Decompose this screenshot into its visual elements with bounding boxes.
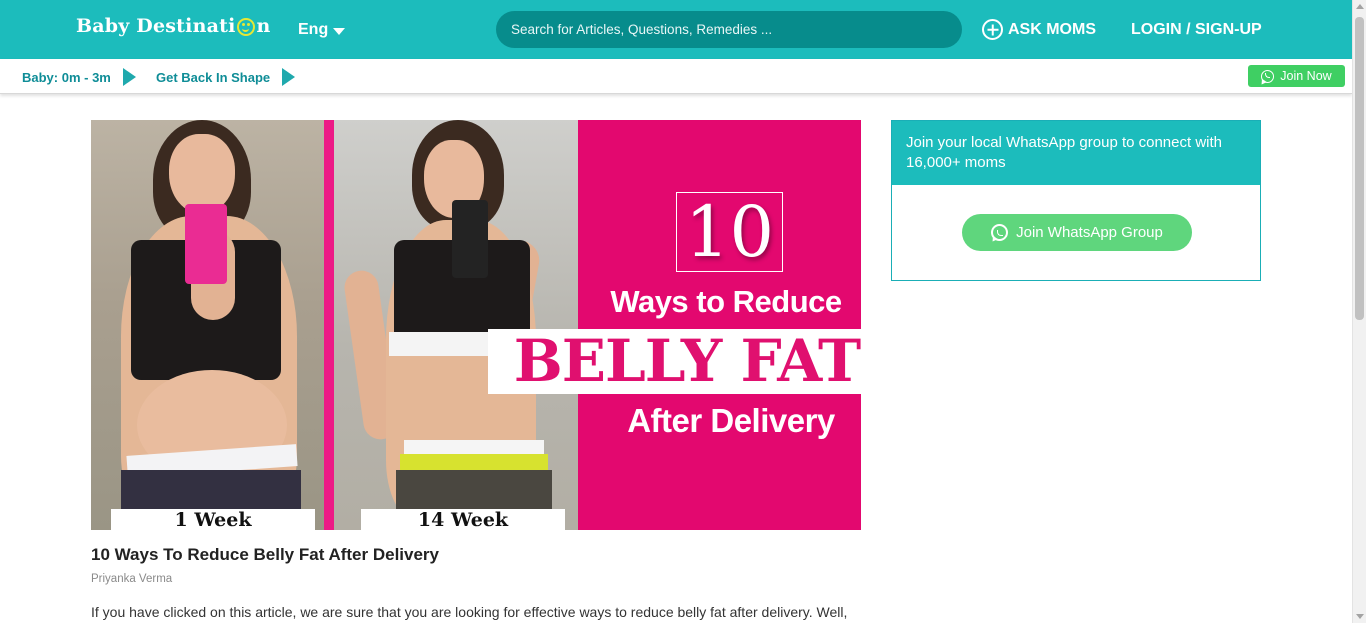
plus-circle-icon [982, 19, 1003, 40]
chevron-right-icon [282, 68, 296, 86]
language-label: Eng [298, 21, 329, 38]
scrollbar-thumb[interactable] [1355, 17, 1364, 320]
join-now-label: Join Now [1280, 69, 1332, 83]
join-whatsapp-group-button[interactable]: Join WhatsApp Group [962, 214, 1192, 251]
whatsapp-card-heading: Join your local WhatsApp group to connec… [892, 121, 1260, 185]
page-scrollbar[interactable] [1352, 0, 1366, 623]
article-author[interactable]: Priyanka Verma [91, 573, 172, 585]
hero-number: 10 [676, 192, 783, 272]
logo-text-tail: n [256, 15, 271, 37]
language-selector[interactable]: Eng [298, 21, 346, 39]
logo-text: Baby Destinati [76, 15, 236, 37]
breadcrumb-item-baby-age[interactable]: Baby: 0m - 3m [22, 68, 136, 86]
ask-moms-button[interactable]: ASK MOMS [982, 19, 1096, 40]
article-hero-image: 1 Week 14 Week 10 Ways to Reduce BELLY F… [91, 120, 861, 530]
hero-line-1: Ways to Reduce [610, 284, 842, 319]
photo-divider [324, 120, 334, 530]
breadcrumb-label: Baby: 0m - 3m [22, 70, 111, 85]
article-intro: If you have clicked on this article, we … [91, 604, 848, 620]
breadcrumb-item-get-back-in-shape[interactable]: Get Back In Shape [156, 68, 296, 86]
caret-down-icon [333, 28, 346, 35]
hero-line-2: BELLY FAT [513, 327, 861, 395]
scroll-up-arrow-icon[interactable] [1356, 4, 1364, 9]
breadcrumb-bar: Baby: 0m - 3m Get Back In Shape Join Now [0, 59, 1352, 94]
join-whatsapp-group-label: Join WhatsApp Group [1016, 224, 1163, 241]
breadcrumb-label: Get Back In Shape [156, 70, 271, 85]
site-header: Baby Destinati n Eng ASK MOMS LOGIN / SIG… [0, 0, 1352, 59]
scroll-down-arrow-icon[interactable] [1356, 614, 1364, 619]
before-week-label: 1 Week [111, 509, 315, 530]
logo-smiley-icon [236, 18, 255, 36]
whatsapp-group-card: Join your local WhatsApp group to connec… [891, 120, 1261, 281]
login-signup-link[interactable]: LOGIN / SIGN-UP [1131, 21, 1262, 39]
after-week-label: 14 Week [361, 509, 565, 530]
search-input[interactable] [496, 11, 962, 48]
ask-moms-label: ASK MOMS [1008, 20, 1096, 38]
whatsapp-icon [991, 224, 1009, 241]
before-photo [91, 120, 324, 530]
hero-line-3: After Delivery [627, 402, 835, 439]
after-photo [334, 120, 578, 530]
site-logo[interactable]: Baby Destinati n [76, 15, 271, 37]
article-title: 10 Ways To Reduce Belly Fat After Delive… [91, 545, 439, 564]
join-now-button[interactable]: Join Now [1248, 65, 1345, 87]
whatsapp-icon [1261, 69, 1275, 83]
chevron-right-icon [122, 68, 136, 86]
